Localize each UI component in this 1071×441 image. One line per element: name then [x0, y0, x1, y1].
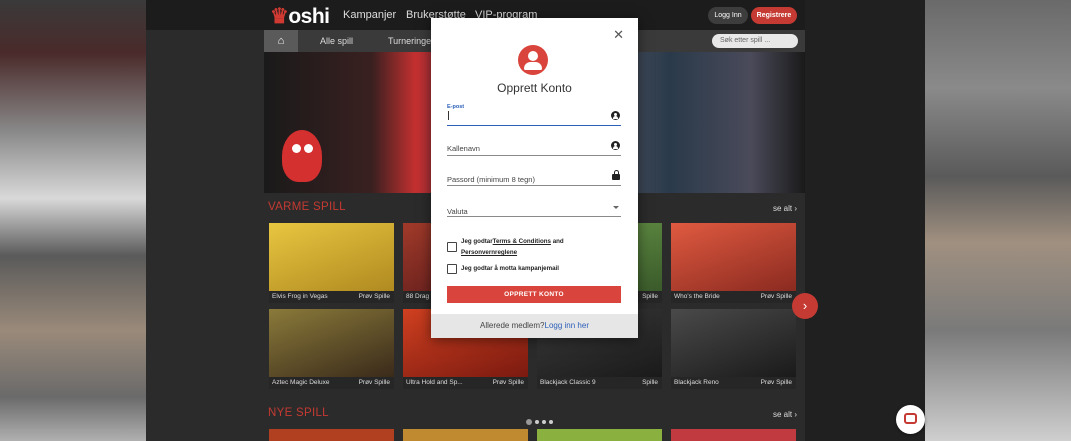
chat-button[interactable]: [896, 405, 925, 434]
background-left: [0, 0, 146, 441]
game-caption: Blackjack Classic 9 Spille: [537, 377, 662, 389]
signup-modal: ✕ Opprett Konto E-post Kallenavn Passord…: [431, 18, 638, 338]
game-tile[interactable]: Aztec Magic Deluxe Prøv Spille: [269, 309, 394, 389]
carousel-dot[interactable]: [526, 419, 532, 425]
nav-kampanjer[interactable]: Kampanjer: [343, 9, 396, 21]
login-link[interactable]: Logg inn her: [545, 321, 589, 330]
game-tile[interactable]: Elvis Frog in Vegas Prøv Spille: [269, 223, 394, 303]
see-all-new-link[interactable]: se alt ›: [773, 410, 797, 419]
home-icon[interactable]: ⌂: [264, 30, 298, 52]
carousel-next-button[interactable]: ›: [792, 293, 818, 319]
text-cursor: [448, 111, 449, 120]
search-input[interactable]: Søk etter spill ...: [712, 34, 798, 48]
carousel-dot[interactable]: [535, 420, 539, 424]
promo-checkbox[interactable]: [447, 264, 457, 274]
game-tile[interactable]: Blackjack Reno Prøv Spille: [671, 309, 796, 389]
carousel-dots: [526, 411, 556, 429]
game-caption: Ultra Hold and Sp... Prøv Spille: [403, 377, 528, 389]
game-tile[interactable]: [269, 429, 394, 441]
game-tile[interactable]: [537, 429, 662, 441]
person-icon: [611, 111, 620, 120]
modal-title: Opprett Konto: [497, 81, 572, 95]
terms-checkbox[interactable]: [447, 242, 457, 252]
page: ♛oshi Kampanjer Brukerstøtte VIP-program…: [0, 0, 1071, 441]
lock-icon: [612, 170, 620, 180]
nickname-field[interactable]: Kallenavn: [447, 138, 621, 156]
game-thumbnail: [269, 223, 394, 291]
create-account-button[interactable]: OPPRETT KONTO: [447, 286, 621, 303]
person-icon: [611, 141, 620, 150]
tab-turneringer[interactable]: Turneringer: [388, 36, 434, 46]
currency-select[interactable]: Valuta: [447, 199, 621, 217]
game-thumbnail: [269, 309, 394, 377]
game-thumbnail: [671, 309, 796, 377]
game-caption: Who's the Bride Prøv Spille: [671, 291, 796, 303]
register-button[interactable]: Registrere: [751, 7, 797, 24]
terms-label: Jeg godtarTerms & Conditions and Personve…: [461, 238, 564, 256]
login-button[interactable]: Logg Inn: [708, 7, 748, 24]
privacy-link[interactable]: Personvernreglene: [461, 249, 517, 256]
game-caption: Aztec Magic Deluxe Prøv Spille: [269, 377, 394, 389]
game-thumbnail: [671, 223, 796, 291]
carousel-dot[interactable]: [542, 420, 546, 424]
game-tile[interactable]: [403, 429, 528, 441]
carousel-dot[interactable]: [549, 420, 553, 424]
section-title-hot: VARME SPILL: [268, 201, 346, 213]
terms-link[interactable]: Terms & Conditions: [493, 238, 551, 245]
game-tile[interactable]: Who's the Bride Prøv Spille: [671, 223, 796, 303]
crown-icon: ♛: [270, 5, 289, 28]
chevron-down-icon: [613, 206, 619, 209]
modal-footer: Allerede medlem?Logg inn her: [431, 314, 638, 338]
chat-icon: [904, 413, 917, 424]
tab-alle-spill[interactable]: Alle spill: [320, 36, 353, 46]
background-right: [925, 0, 1071, 441]
email-field[interactable]: [447, 108, 621, 126]
mascot-image: [282, 130, 322, 182]
game-caption: Blackjack Reno Prøv Spille: [671, 377, 796, 389]
game-tile[interactable]: [671, 429, 796, 441]
password-field[interactable]: Passord (minimum 8 tegn): [447, 168, 621, 186]
section-title-new: NYE SPILL: [268, 407, 329, 419]
game-caption: Elvis Frog in Vegas Prøv Spille: [269, 291, 394, 303]
logo[interactable]: ♛oshi: [270, 4, 330, 29]
user-avatar-icon: [518, 45, 548, 75]
promo-label: Jeg godtar å motta kampanjemail: [461, 265, 559, 272]
close-icon[interactable]: ✕: [613, 28, 624, 42]
see-all-hot-link[interactable]: se alt ›: [773, 204, 797, 213]
